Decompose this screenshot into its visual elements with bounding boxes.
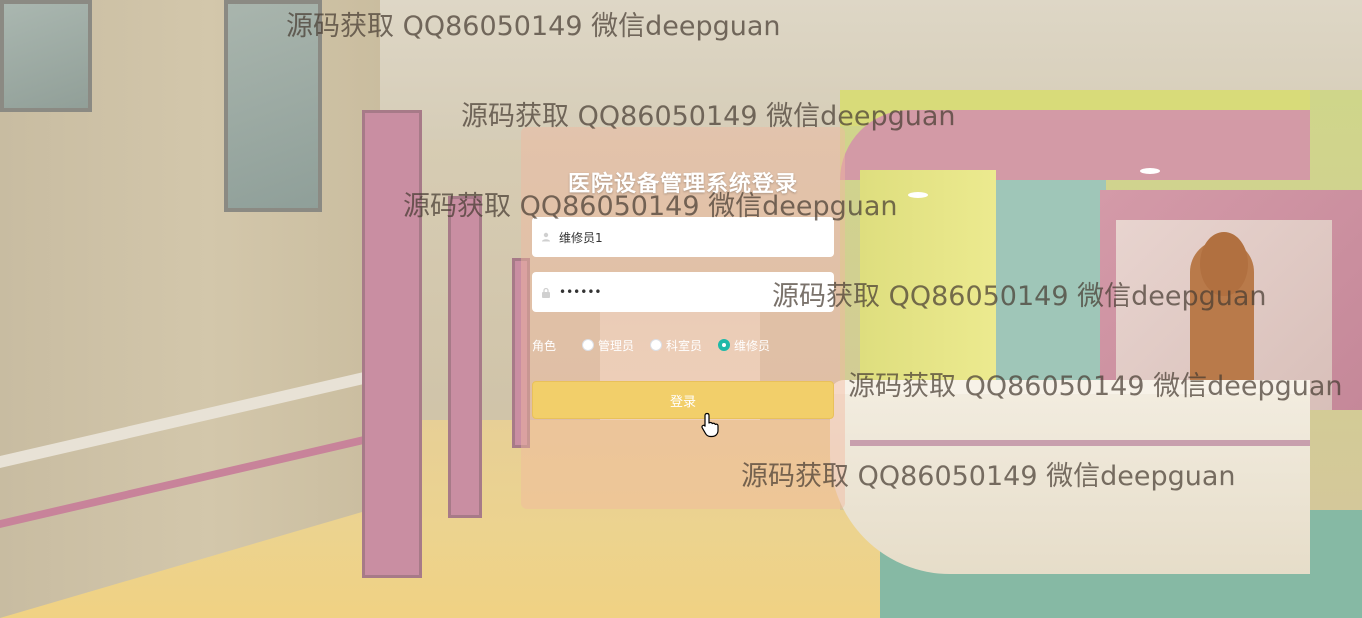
role-option-repair[interactable]: 维修员 bbox=[718, 337, 770, 354]
role-option-admin[interactable]: 管理员 bbox=[582, 337, 634, 354]
role-selector: 角色 管理员 科室员 维修员 bbox=[532, 335, 834, 355]
login-button[interactable]: 登录 bbox=[532, 381, 834, 419]
username-input[interactable] bbox=[559, 230, 819, 244]
radio-circle[interactable] bbox=[582, 339, 594, 351]
ceiling-light bbox=[908, 192, 928, 198]
role-label: 角色 bbox=[532, 338, 557, 353]
ceiling-light bbox=[1140, 168, 1160, 174]
lock-icon bbox=[533, 287, 559, 298]
user-icon bbox=[533, 232, 559, 242]
login-title: 医院设备管理系统登录 bbox=[567, 172, 798, 197]
door bbox=[362, 110, 422, 578]
role-option-department[interactable]: 科室员 bbox=[650, 337, 702, 354]
wall-window bbox=[224, 0, 322, 212]
role-option-label: 管理员 bbox=[598, 338, 635, 353]
role-option-label: 科室员 bbox=[666, 338, 703, 353]
radio-circle[interactable] bbox=[650, 339, 663, 351]
role-option-label: 维修员 bbox=[734, 338, 771, 353]
door bbox=[448, 196, 482, 518]
password-field[interactable] bbox=[532, 272, 834, 312]
login-page: 医院设备管理系统登录 角色 管理员 科室员 bbox=[0, 0, 1362, 618]
desk-stripe bbox=[850, 440, 1310, 446]
wall-window bbox=[0, 0, 92, 112]
hand-cursor-icon bbox=[700, 412, 722, 442]
radio-circle-checked[interactable] bbox=[718, 339, 731, 351]
password-input[interactable] bbox=[559, 285, 819, 299]
pillar bbox=[996, 180, 1106, 410]
reception-desk bbox=[830, 394, 1310, 574]
username-field[interactable] bbox=[532, 217, 834, 257]
kangaroo-head bbox=[1200, 232, 1248, 296]
